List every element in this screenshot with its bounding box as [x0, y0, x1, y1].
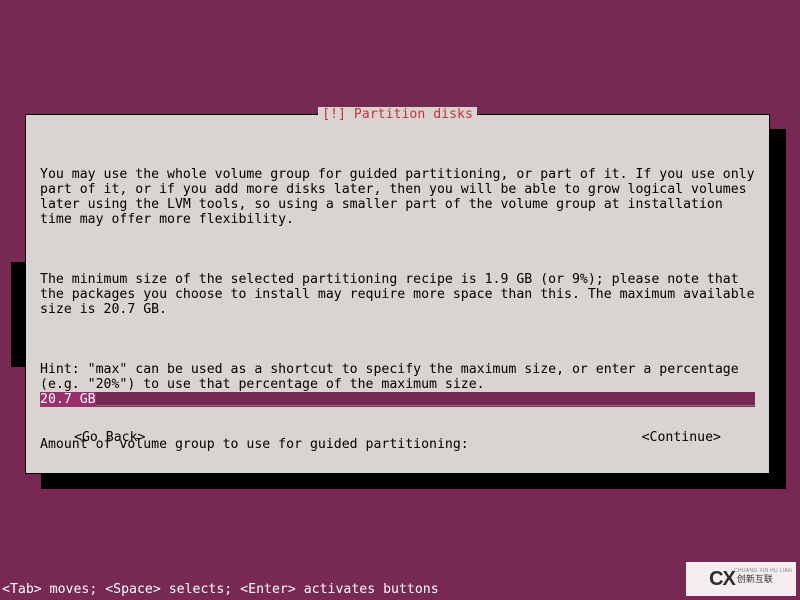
watermark: CHUANG XIN HU LIAN CX 创新互联 — [686, 562, 796, 596]
dialog-title: [!] Partition disks — [318, 107, 477, 122]
help-bar: <Tab> moves; <Space> selects; <Enter> ac… — [2, 582, 439, 597]
paragraph-1: You may use the whole volume group for g… — [40, 167, 755, 227]
paragraph-2: The minimum size of the selected partiti… — [40, 272, 755, 317]
dialog-title-text: [!] Partition disks — [322, 107, 473, 122]
volume-size-input[interactable]: 20.7 GB ________________________________… — [40, 392, 755, 407]
partition-dialog: [!] Partition disks You may use the whol… — [25, 114, 770, 474]
watermark-logo: CX — [709, 572, 735, 587]
volume-size-fill[interactable]: ________________________________________… — [96, 392, 755, 407]
dialog-nav: <Go Back> <Continue> — [74, 430, 721, 445]
volume-size-value[interactable]: 20.7 GB — [40, 392, 96, 407]
paragraph-3: Hint: "max" can be used as a shortcut to… — [40, 362, 755, 392]
watermark-sub: CHUANG XIN HU LIAN — [734, 564, 792, 579]
continue-button[interactable]: <Continue> — [642, 430, 721, 445]
go-back-button[interactable]: <Go Back> — [74, 430, 145, 445]
bg-stripe-left — [11, 262, 25, 367]
